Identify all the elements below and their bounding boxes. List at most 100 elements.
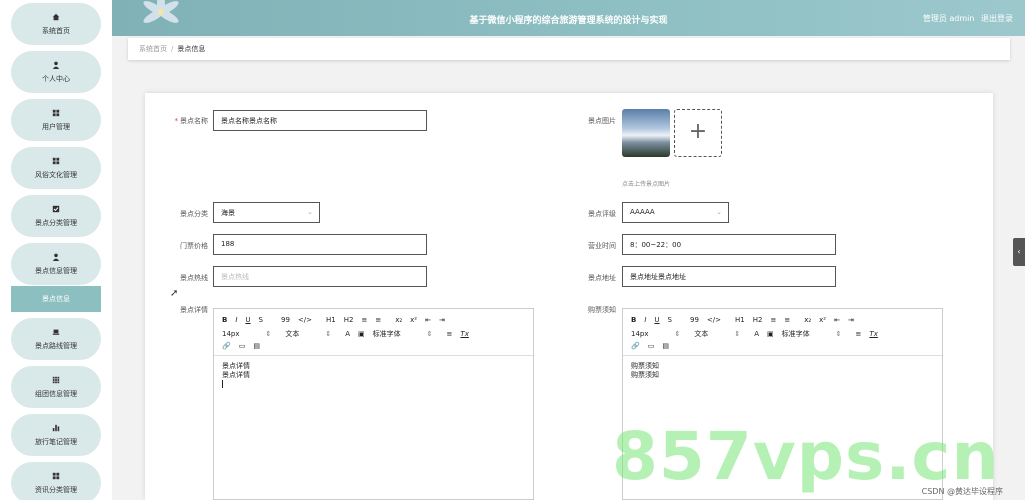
notice-editor-toolbar: B I U S 99 </> H1 H2 ≡ ≡ x₂ x² ⇤ ⇥ 14px ⇕ 文本 ⇕ A ▣ 标准字体 ⇕ ≡ Tx… (623, 309, 942, 356)
editor-line: 景点详情 (222, 362, 250, 370)
sidebar: 系统首页 个人中心 用户管理 风俗文化管理 景点分类管理 景点信息管理 景点信息… (0, 0, 112, 500)
h1-button[interactable]: H1 (326, 316, 336, 324)
video-icon[interactable]: ▤ (253, 342, 260, 350)
h2-button[interactable]: H2 (753, 316, 763, 324)
align-icon[interactable]: ≡ (856, 330, 862, 338)
toolbar-row-insert: 🔗 ▭ ▤ (631, 342, 677, 350)
watermark: 857vps.cn (612, 418, 1000, 495)
collapse-tab-icon[interactable]: ‹ (1013, 238, 1025, 266)
toolbar-row-format: B I U S 99 </> H1 H2 ≡ ≡ x₂ x² ⇤ ⇥ (222, 316, 453, 324)
top-header: 基于微信小程序的综合旅游管理系统的设计与实现 管理员 admin 退出登录 (112, 0, 1025, 36)
indent-button[interactable]: ⇥ (439, 316, 445, 324)
h1-button[interactable]: H1 (735, 316, 745, 324)
underline-button[interactable]: U (245, 316, 250, 324)
subscript-button[interactable]: x₂ (804, 316, 811, 324)
strike-button[interactable]: S (259, 316, 263, 324)
text-type-select[interactable]: 文本 ⇕ (285, 329, 331, 339)
background-color-icon[interactable]: ▣ (358, 330, 365, 338)
sidebar-item-groups[interactable]: 组团信息管理 (11, 366, 101, 408)
sidebar-item-culture[interactable]: 风俗文化管理 (11, 147, 101, 189)
sidebar-item-home[interactable]: 系统首页 (11, 3, 101, 45)
notice-editor-content[interactable]: 购票须知 购票须知 (623, 356, 942, 386)
price-input[interactable]: 188 (213, 234, 427, 255)
link-icon[interactable]: 🔗 (222, 342, 231, 350)
sidebar-item-label: 系统首页 (42, 27, 70, 35)
bullet-list-button[interactable]: ≡ (375, 316, 381, 324)
hotline-input[interactable]: 景点热线 (213, 266, 427, 287)
font-family-select[interactable]: 标准字体 ⇕ (782, 329, 842, 339)
indent-button[interactable]: ⇥ (848, 316, 854, 324)
code-button[interactable]: </> (298, 316, 312, 324)
sidebar-item-label: 旅行笔记管理 (35, 438, 77, 446)
breadcrumb-home[interactable]: 系统首页 (139, 45, 167, 53)
hotline-label: 景点热线 (180, 274, 208, 282)
font-size-select[interactable]: 14px ⇕ (222, 330, 271, 338)
bullet-list-button[interactable]: ≡ (784, 316, 790, 324)
rating-select[interactable]: AAAAA ⌄ (622, 202, 729, 223)
page-title: 基于微信小程序的综合旅游管理系统的设计与实现 (469, 16, 668, 26)
category-label: 景点分类 (180, 210, 208, 218)
h2-button[interactable]: H2 (344, 316, 354, 324)
italic-button[interactable]: I (644, 316, 646, 324)
italic-button[interactable]: I (235, 316, 237, 324)
sidebar-item-label: 景点信息管理 (35, 267, 77, 275)
upload-button[interactable]: + (674, 109, 722, 157)
grid-icon (52, 376, 60, 384)
ordered-list-button[interactable]: ≡ (361, 316, 367, 324)
clear-format-button[interactable]: Tx (460, 330, 468, 338)
sidebar-item-users[interactable]: 用户管理 (11, 99, 101, 141)
sidebar-subitem-scenic-info[interactable]: 景点信息 (11, 286, 101, 312)
editor-line: 购票须知 (631, 371, 659, 379)
hours-input[interactable]: 8：00~22：00 (622, 234, 836, 255)
address-input[interactable]: 景点地址景点地址 (622, 266, 836, 287)
ordered-list-button[interactable]: ≡ (770, 316, 776, 324)
bold-button[interactable]: B (631, 316, 636, 324)
background-color-icon[interactable]: ▣ (767, 330, 774, 338)
quote-button[interactable]: 99 (281, 316, 290, 324)
sidebar-item-scenic-category[interactable]: 景点分类管理 (11, 195, 101, 237)
video-icon[interactable]: ▤ (662, 342, 669, 350)
code-button[interactable]: </> (707, 316, 721, 324)
text-type-select[interactable]: 文本 ⇕ (694, 329, 740, 339)
bold-button[interactable]: B (222, 316, 227, 324)
check-icon (52, 205, 60, 213)
toolbar-row-format: B I U S 99 </> H1 H2 ≡ ≡ x₂ x² ⇤ ⇥ (631, 316, 862, 324)
strike-button[interactable]: S (668, 316, 672, 324)
outdent-button[interactable]: ⇤ (425, 316, 431, 324)
sidebar-item-news-category[interactable]: 资讯分类管理 (11, 462, 101, 500)
quote-button[interactable]: 99 (690, 316, 699, 324)
font-family-select[interactable]: 标准字体 ⇕ (373, 329, 433, 339)
font-color-icon[interactable]: A (345, 330, 350, 338)
sidebar-item-label: 景点分类管理 (35, 219, 77, 227)
font-color-icon[interactable]: A (754, 330, 759, 338)
breadcrumb-separator: / (171, 45, 174, 53)
superscript-button[interactable]: x² (819, 316, 826, 324)
name-label: * 景点名称 (174, 117, 209, 125)
sidebar-item-label: 个人中心 (42, 75, 70, 83)
clear-format-button[interactable]: Tx (869, 330, 877, 338)
sidebar-item-notes[interactable]: 旅行笔记管理 (11, 414, 101, 456)
breadcrumb: 系统首页 / 景点信息 (128, 38, 1010, 60)
logout-link[interactable]: 退出登录 (981, 14, 1013, 23)
category-select[interactable]: 海景 ⌄ (213, 202, 320, 223)
image-icon[interactable]: ▭ (239, 342, 246, 350)
link-icon[interactable]: 🔗 (631, 342, 640, 350)
name-input[interactable]: 景点名称景点名称 (213, 110, 427, 131)
subscript-button[interactable]: x₂ (395, 316, 402, 324)
align-icon[interactable]: ≡ (447, 330, 453, 338)
scenic-thumbnail[interactable] (622, 109, 670, 157)
sidebar-item-scenic-info[interactable]: 景点信息管理 (11, 243, 101, 285)
detail-editor[interactable]: B I U S 99 </> H1 H2 ≡ ≡ x₂ x² ⇤ ⇥ 14px ⇕ 文本 ⇕ A ▣ 标准字体 ⇕ ≡ Tx… (213, 308, 534, 500)
font-size-select[interactable]: 14px ⇕ (631, 330, 680, 338)
detail-editor-content[interactable]: 景点详情 景点详情 (214, 356, 533, 397)
person-icon (52, 253, 60, 261)
underline-button[interactable]: U (654, 316, 659, 324)
image-icon[interactable]: ▭ (648, 342, 655, 350)
chevron-down-icon: ⌄ (307, 208, 313, 216)
outdent-button[interactable]: ⇤ (834, 316, 840, 324)
superscript-button[interactable]: x² (410, 316, 417, 324)
hours-label: 营业时间 (588, 242, 616, 250)
editor-line: 购票须知 (631, 362, 659, 370)
sidebar-item-routes[interactable]: 景点路线管理 (11, 318, 101, 360)
sidebar-item-profile[interactable]: 个人中心 (11, 51, 101, 93)
